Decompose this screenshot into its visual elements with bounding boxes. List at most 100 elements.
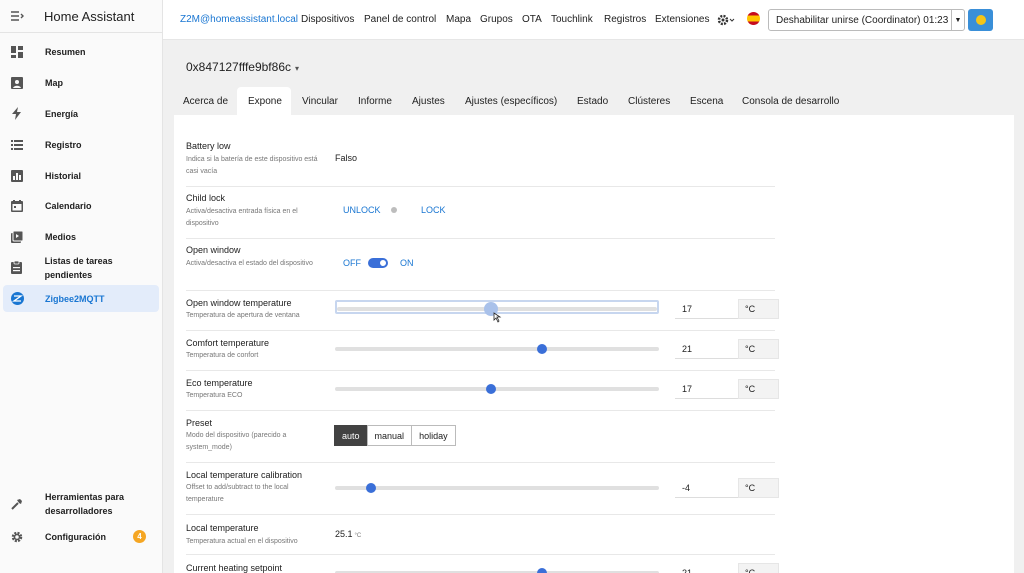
expose-title: Preset [186, 418, 213, 428]
clipboard-icon [10, 261, 24, 275]
local-temperature-value: 25.1 °C [335, 529, 361, 539]
current-heating-setpoint-slider[interactable] [335, 566, 659, 573]
device-selector[interactable]: 0x847127fffe9bf86c ▾ [186, 60, 299, 74]
zigbee-icon [10, 292, 24, 306]
permit-join-label: Deshabilitar unirse (Coordinator) 01:23 [776, 14, 949, 26]
permit-join-select[interactable]: Deshabilitar unirse (Coordinator) 01:23 … [768, 9, 965, 31]
nav-extensiones[interactable]: Extensiones [655, 14, 709, 25]
settings-gear-icon[interactable] [717, 13, 735, 31]
sidebar-item-energia[interactable]: Energía [3, 100, 159, 127]
nav-panel-de-control[interactable]: Panel de control [364, 14, 436, 25]
permit-join-button[interactable] [968, 9, 993, 31]
slider-track [335, 486, 659, 490]
sidebar-item-label: Map [45, 77, 63, 88]
expose-description: Temperatura de apertura de ventana [186, 312, 300, 319]
tab-ajustes[interactable]: Ajustes [412, 96, 445, 107]
preset-holiday-button[interactable]: holiday [411, 425, 456, 446]
hammer-icon [10, 497, 24, 511]
tab-expone[interactable]: Expone [248, 96, 282, 107]
open-window-off-button[interactable]: OFF [343, 258, 361, 268]
child-lock-unlock-button[interactable]: UNLOCK [343, 205, 381, 215]
gear-icon [10, 530, 24, 544]
expose-description: Temperatura ECO [186, 392, 243, 399]
nav-mapa[interactable]: Mapa [446, 14, 471, 25]
comfort-temperature-input[interactable]: 21 [675, 339, 738, 359]
expose-title: Open window temperature [186, 298, 292, 308]
nav-grupos[interactable]: Grupos [480, 14, 513, 25]
unit-label: °C [738, 478, 779, 498]
expose-row-open-window: Open window Activa/desactiva el estado d… [186, 239, 775, 291]
nav-registros[interactable]: Registros [604, 14, 646, 25]
sidebar-item-calendario[interactable]: Calendario [3, 192, 159, 219]
slider-thumb[interactable] [537, 568, 548, 573]
expose-row-battery-low: Battery low Indica si la batería de este… [186, 135, 775, 187]
expose-row-preset: Preset Modo del dispositivo (parecido a … [186, 411, 775, 463]
expose-description: Offset to add/subtract to the local temp… [186, 484, 289, 503]
lightning-icon [10, 107, 24, 121]
nav-ota[interactable]: OTA [522, 14, 542, 25]
tab-informe[interactable]: Informe [358, 96, 392, 107]
chevron-down-icon: ▾ [295, 64, 300, 73]
preset-manual-button[interactable]: manual [366, 425, 413, 446]
tab-estado[interactable]: Estado [577, 96, 608, 107]
unit-label: °C [738, 339, 779, 359]
nav-host-link[interactable]: Z2M@homeassistant.local [180, 14, 298, 25]
sidebar-item-zigbee2mqtt[interactable]: Zigbee2MQTT [3, 285, 159, 312]
slider-track [335, 347, 659, 351]
local-temperature-calibration-slider[interactable] [335, 481, 659, 495]
sidebar-item-dev-tools[interactable]: Herramientas para desarrolladores [3, 488, 159, 520]
child-lock-switch[interactable] [391, 207, 403, 213]
sidebar-item-label: Energía [45, 108, 79, 119]
sidebar-item-label: Calendario [45, 200, 92, 211]
tab-escena[interactable]: Escena [690, 96, 723, 107]
preset-auto-button[interactable]: auto [334, 425, 368, 446]
sidebar-item-label: Registro [45, 139, 82, 150]
tab-vincular[interactable]: Vincular [302, 96, 338, 107]
battery-low-value: Falso [335, 153, 358, 163]
map-icon [10, 76, 24, 90]
open-window-switch[interactable] [368, 258, 388, 268]
expose-row-local-temperature: Local temperature Temperatura actual en … [186, 515, 775, 555]
nav-touchlink[interactable]: Touchlink [551, 14, 593, 25]
sidebar-header: Home Assistant [0, 0, 162, 33]
eco-temperature-slider[interactable] [335, 382, 659, 396]
expose-description: Activa/desactiva entrada física en el di… [186, 208, 298, 227]
sidebar-item-tareas[interactable]: Listas de tareas pendientes [3, 254, 159, 281]
sidebar-item-historial[interactable]: Historial [3, 162, 159, 189]
expose-title: Comfort temperature [186, 338, 270, 348]
chart-icon [10, 169, 24, 183]
slider-thumb[interactable] [365, 483, 376, 493]
chevron-down-icon[interactable]: ▼ [951, 10, 964, 30]
preset-button-group: auto manual holiday [334, 425, 456, 446]
local-temperature-calibration-input[interactable]: -4 [675, 478, 738, 498]
expose-title: Open window [186, 245, 241, 255]
media-icon [10, 230, 24, 244]
open-window-temperature-input[interactable]: 17 [675, 299, 738, 319]
sidebar-item-map[interactable]: Map [3, 69, 159, 96]
nav-dispositivos[interactable]: Dispositivos [301, 14, 354, 25]
unit-label: °C [738, 379, 779, 399]
tab-clusteres[interactable]: Clústeres [628, 96, 670, 107]
sidebar-item-medios[interactable]: Medios [3, 223, 159, 250]
expose-row-comfort-temperature: Comfort temperature Temperatura de confo… [186, 331, 779, 371]
tab-ajustes-especificos[interactable]: Ajustes (específicos) [465, 96, 557, 107]
slider-thumb[interactable] [537, 344, 548, 354]
sidebar: Home Assistant Resumen Map Energía Regis… [0, 0, 163, 573]
open-window-on-button[interactable]: ON [400, 258, 414, 268]
sidebar-item-registro[interactable]: Registro [3, 131, 159, 158]
notification-badge: 4 [133, 530, 146, 543]
tab-consola[interactable]: Consola de desarrollo [742, 96, 839, 107]
menu-icon[interactable] [0, 10, 34, 22]
expose-row-eco-temperature: Eco temperature Temperatura ECO 17 °C [186, 371, 779, 411]
comfort-temperature-slider[interactable] [335, 342, 659, 356]
eco-temperature-input[interactable]: 17 [675, 379, 738, 399]
child-lock-lock-button[interactable]: LOCK [421, 205, 446, 215]
app-title: Home Assistant [44, 8, 135, 24]
slider-thumb[interactable] [485, 384, 496, 394]
language-flag-icon[interactable] [747, 12, 760, 25]
sidebar-item-configuracion[interactable]: Configuración 4 [3, 523, 159, 550]
current-heating-setpoint-input[interactable]: 21 [675, 563, 738, 573]
unit-label: °C [738, 299, 779, 319]
tab-acerca-de[interactable]: Acerca de [183, 96, 228, 107]
sidebar-item-resumen[interactable]: Resumen [3, 38, 159, 65]
